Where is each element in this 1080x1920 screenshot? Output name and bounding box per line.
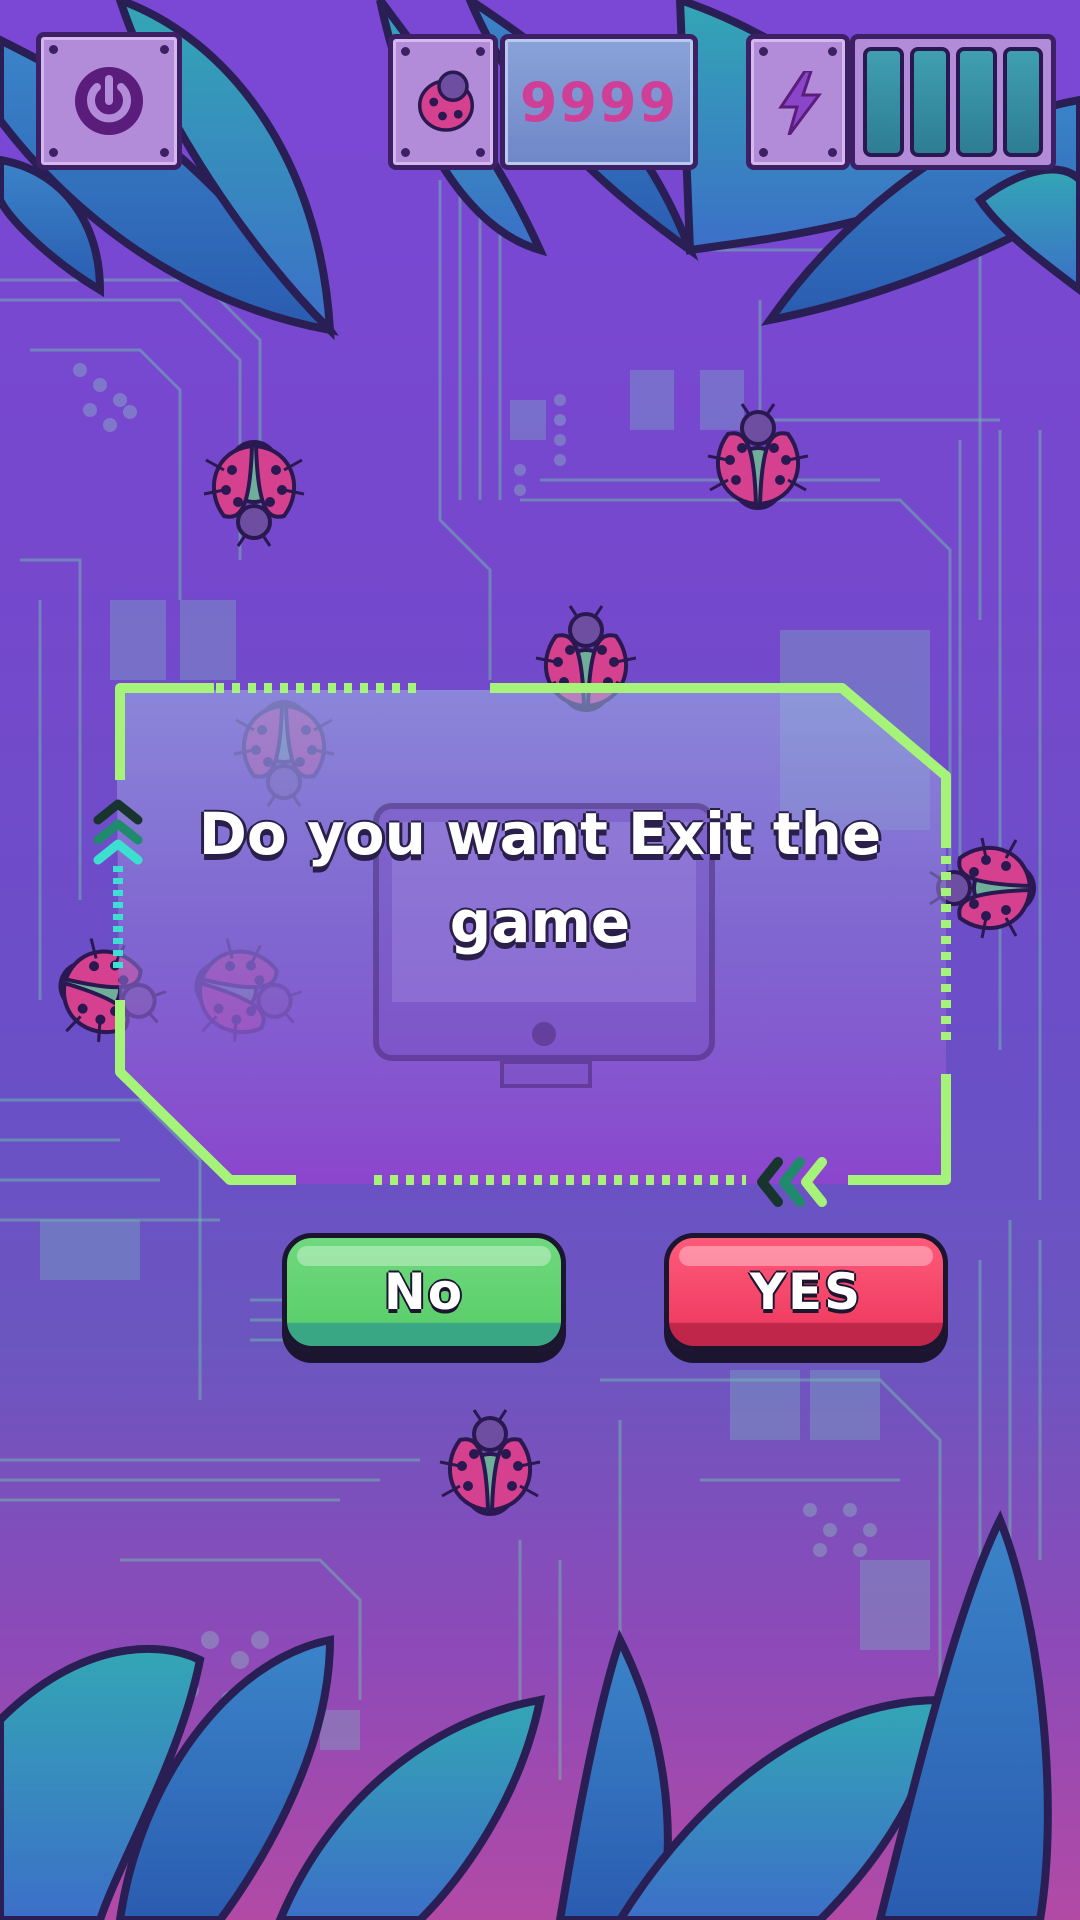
yes-button[interactable]: YES (664, 1233, 948, 1351)
no-button-label: No (383, 1263, 465, 1321)
exit-message: Do you want Exit the game (198, 800, 882, 956)
yes-button-label: YES (749, 1263, 863, 1321)
no-button[interactable]: No (282, 1233, 566, 1351)
